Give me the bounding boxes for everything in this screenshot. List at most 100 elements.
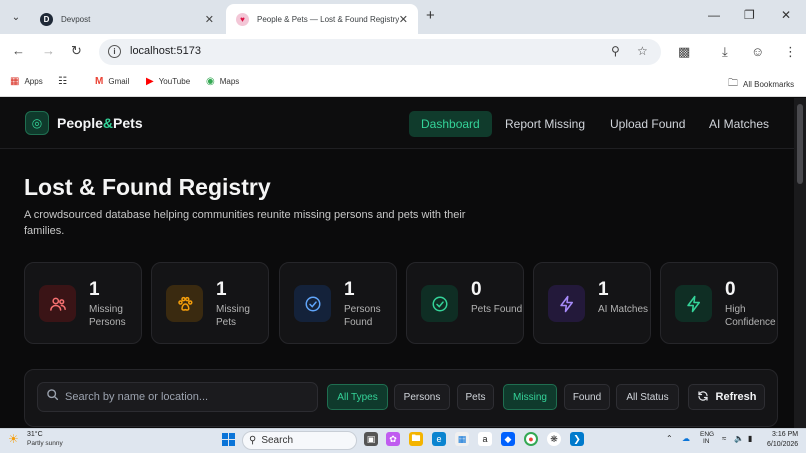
nav-upload-found[interactable]: Upload Found [598, 111, 697, 137]
filter-all-status[interactable]: All Status [616, 384, 679, 410]
volume-icon[interactable]: 🔈 [734, 434, 744, 443]
bookmark-apps[interactable]: ▦ Apps [10, 76, 43, 87]
stat-value: 1 [89, 279, 100, 300]
task-view-icon[interactable]: ▣ [364, 432, 378, 446]
stat-label: Missing Persons [89, 304, 126, 328]
language-indicator[interactable]: ENG IN [700, 431, 714, 445]
stat-label: Persons Found [344, 304, 381, 328]
tab-search-chevron-icon[interactable]: ⌄ [8, 9, 24, 25]
stat-card-missing-pets: 1 Missing Pets [151, 262, 269, 344]
forward-arrow-icon[interactable]: → [42, 43, 55, 58]
battery-icon[interactable]: ▮ [748, 434, 752, 443]
stat-value: 1 [216, 279, 227, 300]
url-text[interactable]: localhost:5173 [130, 45, 201, 57]
windows-start-icon[interactable] [222, 433, 235, 446]
clock-date[interactable]: 6/10/2026 [767, 441, 798, 448]
paw-icon [166, 285, 203, 322]
browser-tab-devpost[interactable]: D Devpost ✕ [30, 4, 224, 34]
logo-icon[interactable]: ◎ [25, 111, 49, 135]
filter-found[interactable]: Found [564, 384, 610, 410]
lightning-icon [548, 285, 585, 322]
stat-value: 1 [598, 279, 609, 300]
all-bookmarks[interactable]: 🗀 All Bookmarks [728, 76, 794, 93]
page-title: Lost & Found Registry [24, 174, 271, 200]
onedrive-cloud-icon[interactable]: ☁ [682, 434, 690, 443]
stat-card-missing-persons: 1 Missing Persons [24, 262, 142, 344]
apps-grid-icon: ▦ [10, 76, 20, 87]
stat-card-high-confidence: 0 High Confidence [660, 262, 778, 344]
tab-title: People & Pets — Lost & Found Registry [257, 14, 399, 24]
reload-icon[interactable]: ↻ [71, 43, 82, 59]
chrome-icon[interactable]: ● [524, 432, 538, 446]
weather-description[interactable]: Partly sunny [27, 440, 63, 447]
extensions-icon[interactable]: ▩ [678, 44, 690, 60]
stat-label: AI Matches [598, 304, 649, 315]
maps-pin-icon: ◉ [206, 76, 215, 87]
amazon-icon[interactable]: a [478, 432, 492, 446]
minimize-icon[interactable]: — [708, 8, 720, 22]
taskbar-search[interactable]: ⚲ Search [242, 431, 357, 450]
page-subtitle: A crowdsourced database helping communit… [24, 209, 466, 237]
search-icon [46, 388, 59, 404]
search-input[interactable] [65, 383, 310, 411]
download-icon[interactable]: ⤓ [722, 44, 728, 60]
refresh-button[interactable]: Refresh [688, 384, 765, 410]
filter-all-types[interactable]: All Types [327, 384, 388, 410]
tab-title: Devpost [61, 14, 91, 24]
restore-icon[interactable]: ❐ [744, 8, 755, 22]
lightning-icon [675, 285, 712, 322]
vscode-icon[interactable]: ❯ [570, 432, 584, 446]
tray-chevron-up-icon[interactable]: ⌃ [666, 434, 673, 443]
bookmark-star-icon[interactable]: ☆ [637, 44, 648, 58]
gmail-icon: M [95, 76, 104, 87]
new-tab-icon[interactable]: + [426, 7, 435, 24]
zoom-icon[interactable]: ⚲ [611, 44, 620, 58]
stat-value: 0 [471, 279, 482, 300]
close-tab-icon[interactable]: ✕ [205, 13, 214, 26]
page-scrollbar-thumb[interactable] [797, 104, 803, 184]
chatgpt-icon[interactable]: ❋ [547, 432, 561, 446]
bookmark-gmail[interactable]: M Gmail [95, 76, 129, 87]
filter-persons[interactable]: Persons [394, 384, 450, 410]
store-icon[interactable]: ▦ [455, 432, 469, 446]
clock-time[interactable]: 3:16 PM [772, 431, 798, 438]
dropbox-icon[interactable]: ◆ [501, 432, 515, 446]
site-info-icon[interactable]: i [108, 45, 121, 58]
bookmark-maps[interactable]: ◉ Maps [206, 76, 239, 87]
copilot-icon[interactable]: ✿ [386, 432, 400, 446]
filter-missing[interactable]: Missing [503, 384, 557, 410]
stat-card-pets-found: 0 Pets Found [406, 262, 524, 344]
filter-pets[interactable]: Pets [457, 384, 494, 410]
close-tab-icon[interactable]: ✕ [399, 13, 408, 26]
youtube-icon: ▶ [146, 76, 154, 87]
close-window-icon[interactable]: ✕ [781, 8, 791, 22]
refresh-icon [697, 390, 709, 405]
edge-icon[interactable]: e [432, 432, 446, 446]
file-explorer-icon[interactable]: 🖿 [409, 432, 423, 446]
people-icon [39, 285, 76, 322]
stat-card-ai-matches: 1 AI Matches [533, 262, 651, 344]
refresh-label: Refresh [715, 391, 757, 403]
nav-ai-matches[interactable]: AI Matches [697, 111, 781, 137]
check-circle-icon [294, 285, 331, 322]
devpost-favicon-icon: D [40, 12, 53, 26]
tab-groups-icon[interactable]: ☷ [58, 76, 67, 87]
menu-kebab-icon[interactable]: ⋮ [784, 44, 797, 60]
nav-report-missing[interactable]: Report Missing [493, 111, 597, 137]
weather-temperature[interactable]: 31°C [27, 431, 43, 438]
people-pets-favicon-icon: ♥ [236, 12, 249, 26]
stat-label: Missing Pets [216, 304, 250, 328]
wifi-icon[interactable]: ≈ [722, 434, 726, 443]
profile-icon[interactable]: ☺ [751, 44, 764, 59]
folder-icon: 🗀 [728, 78, 738, 89]
weather-sun-icon[interactable]: ☀ [8, 432, 19, 446]
stat-card-persons-found: 1 Persons Found [279, 262, 397, 344]
bookmark-youtube[interactable]: ▶ YouTube [146, 76, 190, 87]
back-arrow-icon[interactable]: ← [12, 43, 25, 58]
stat-value: 0 [725, 279, 736, 300]
search-icon: ⚲ [249, 435, 257, 446]
browser-tab-people-pets[interactable]: ♥ People & Pets — Lost & Found Registry … [226, 4, 418, 34]
brand-name[interactable]: People&Pets [57, 115, 143, 131]
check-circle-icon [421, 285, 458, 322]
nav-dashboard[interactable]: Dashboard [409, 111, 492, 137]
